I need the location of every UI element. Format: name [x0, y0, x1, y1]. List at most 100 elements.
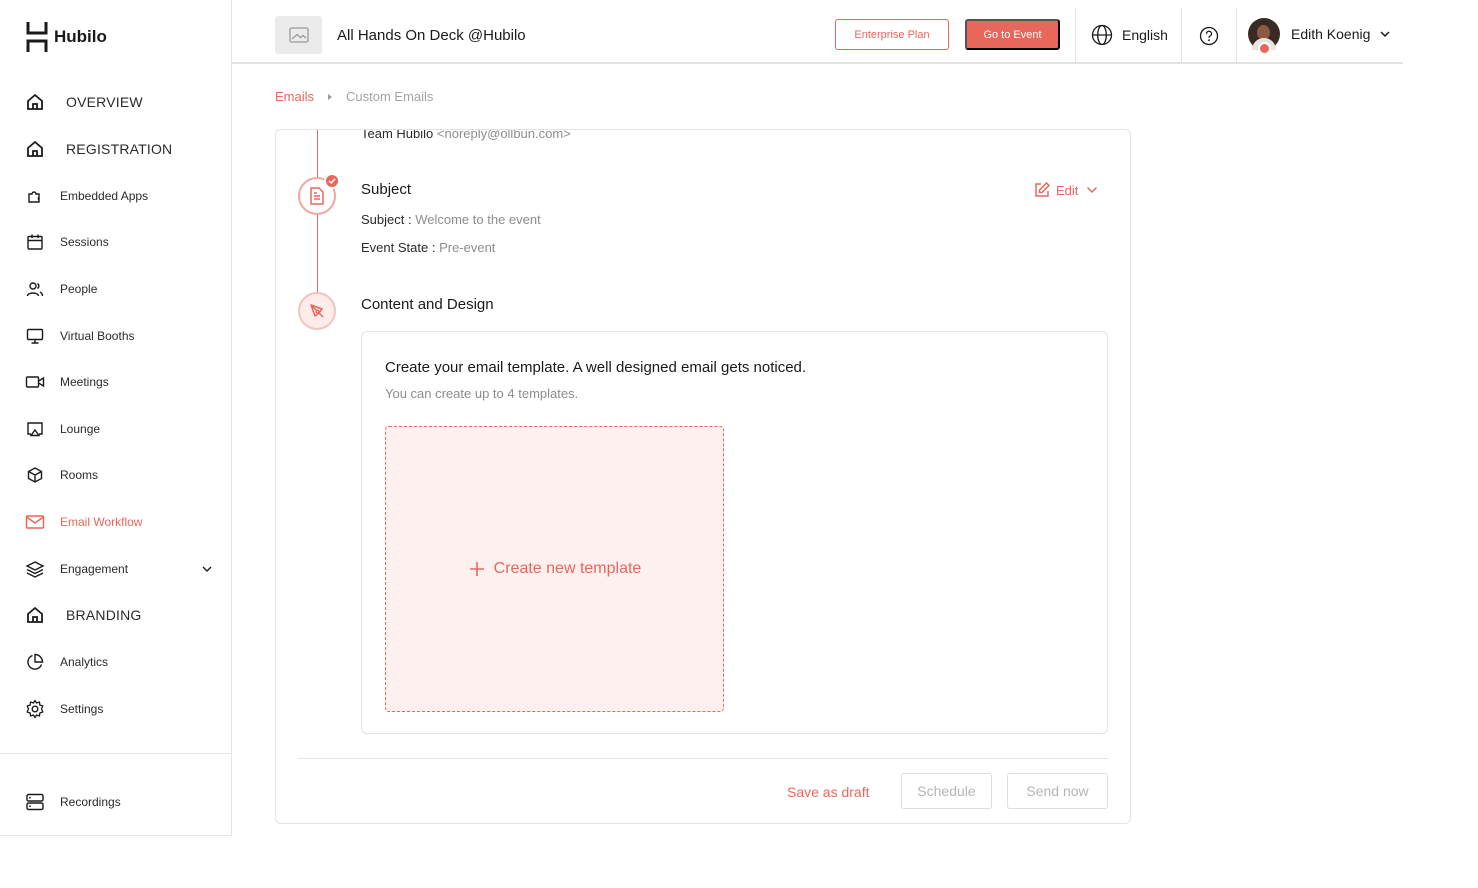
- sidebar-item-lounge[interactable]: Lounge: [24, 417, 214, 441]
- sidebar: Hubilo OVERVIEW REGISTRATION Embedded Ap…: [0, 0, 232, 836]
- event-state-value: Pre-event: [439, 240, 496, 255]
- template-subheading: You can create up to 4 templates.: [385, 386, 579, 401]
- pie-chart-icon: [24, 651, 46, 673]
- document-icon: [310, 187, 324, 205]
- sidebar-item-embedded-apps[interactable]: Embedded Apps: [24, 184, 214, 208]
- cube-icon: [24, 464, 46, 486]
- home-icon: [24, 138, 46, 160]
- content-section-title: Content and Design: [361, 296, 494, 313]
- breadcrumb: Emails Custom Emails: [275, 89, 433, 104]
- video-icon: [24, 371, 46, 393]
- puzzle-icon: [24, 185, 46, 207]
- breadcrumb-separator-icon: [328, 93, 333, 100]
- top-header: All Hands On Deck @Hubilo Enterprise Pla…: [232, 0, 1403, 64]
- sidebar-item-label: Sessions: [60, 235, 109, 249]
- chevron-down-icon[interactable]: [1084, 182, 1100, 198]
- home-icon: [24, 604, 46, 626]
- home-icon: [24, 91, 46, 113]
- user-name: Edith Koenig: [1291, 26, 1371, 42]
- sidebar-item-analytics[interactable]: Analytics: [24, 650, 214, 674]
- user-menu[interactable]: Edith Koenig: [1248, 18, 1392, 55]
- chevron-down-icon[interactable]: [1378, 27, 1392, 41]
- hubilo-logo[interactable]: Hubilo: [26, 20, 107, 54]
- sidebar-item-label: Rooms: [60, 468, 99, 482]
- sidebar-item-label: Embedded Apps: [60, 189, 149, 203]
- save-as-draft-button[interactable]: Save as draft: [787, 784, 870, 800]
- help-icon[interactable]: [1199, 26, 1219, 46]
- sidebar-item-label: Email Workflow: [60, 515, 143, 529]
- sidebar-divider: [0, 753, 231, 754]
- sidebar-item-virtual-booths[interactable]: Virtual Booths: [24, 324, 214, 348]
- template-panel: Create your email template. A well desig…: [361, 331, 1108, 734]
- language-selector[interactable]: English: [1091, 24, 1168, 46]
- sidebar-item-label: Recordings: [60, 795, 121, 809]
- plus-icon: [469, 562, 484, 576]
- sender-line: Team Hubilo <noreply@ollbun.com>: [361, 129, 571, 141]
- edit-label: Edit: [1056, 182, 1079, 198]
- people-icon: [24, 278, 46, 300]
- sidebar-item-label: OVERVIEW: [66, 94, 143, 110]
- subject-label: Subject :: [361, 212, 412, 227]
- sender-address: <noreply@ollbun.com>: [436, 129, 571, 141]
- create-template-label: Create new template: [493, 560, 642, 577]
- sidebar-item-meetings[interactable]: Meetings: [24, 370, 214, 394]
- sidebar-item-label: Lounge: [60, 422, 101, 436]
- cast-icon: [24, 418, 46, 440]
- header-divider: [1236, 8, 1237, 62]
- event-state-label: Event State :: [361, 240, 436, 255]
- sidebar-item-label: BRANDING: [66, 607, 142, 623]
- breadcrumb-current: Custom Emails: [346, 89, 434, 104]
- create-new-template-button[interactable]: Create new template: [385, 426, 724, 712]
- sidebar-item-overview[interactable]: OVERVIEW: [24, 90, 214, 114]
- layers-icon: [24, 558, 46, 580]
- sidebar-item-settings[interactable]: Settings: [24, 697, 214, 721]
- sidebar-item-rooms[interactable]: Rooms: [24, 463, 214, 487]
- calendar-icon: [24, 231, 46, 253]
- template-heading: Create your email template. A well desig…: [385, 359, 807, 376]
- globe-icon: [1091, 24, 1113, 46]
- sidebar-item-people[interactable]: People: [24, 277, 214, 301]
- sidebar-item-label: Analytics: [60, 655, 109, 669]
- sidebar-item-label: People: [60, 282, 98, 296]
- sidebar-item-branding[interactable]: BRANDING: [24, 603, 214, 627]
- subject-value-row: Subject : Welcome to the event: [361, 212, 541, 227]
- breadcrumb-emails-link[interactable]: Emails: [275, 89, 314, 104]
- mail-icon: [24, 511, 46, 533]
- subject-section-title: Subject: [361, 181, 412, 198]
- sidebar-item-label: Settings: [60, 702, 104, 716]
- content-step-indicator: [298, 292, 336, 330]
- enterprise-plan-button[interactable]: Enterprise Plan: [835, 19, 949, 50]
- monitor-icon: [24, 325, 46, 347]
- event-state-row: Event State : Pre-event: [361, 240, 495, 255]
- header-divider: [1181, 8, 1182, 62]
- send-now-button[interactable]: Send now: [1007, 773, 1108, 809]
- pen-tool-icon: [310, 304, 324, 318]
- sidebar-item-label: REGISTRATION: [66, 141, 173, 157]
- header-divider: [1075, 8, 1076, 62]
- sidebar-item-registration[interactable]: REGISTRATION: [24, 137, 214, 161]
- event-title: All Hands On Deck @Hubilo: [337, 27, 526, 44]
- image-icon: [288, 27, 309, 43]
- schedule-button[interactable]: Schedule: [901, 773, 992, 809]
- sidebar-item-recordings[interactable]: Recordings: [24, 790, 214, 814]
- footer-divider: [298, 758, 1108, 759]
- email-editor-card: Team Hubilo <noreply@ollbun.com> Subject…: [275, 129, 1131, 824]
- edit-subject-button[interactable]: Edit: [1033, 181, 1100, 199]
- chevron-down-icon[interactable]: [200, 562, 214, 576]
- event-thumbnail[interactable]: [275, 16, 322, 54]
- go-to-event-button[interactable]: Go to Event: [965, 19, 1060, 50]
- sidebar-item-label: Virtual Booths: [60, 329, 135, 343]
- edit-icon: [1035, 182, 1050, 197]
- notification-badge: [1258, 42, 1271, 55]
- subject-value: Welcome to the event: [415, 212, 541, 227]
- checkmark-icon: [324, 173, 340, 189]
- sidebar-item-email-workflow[interactable]: Email Workflow: [24, 510, 214, 534]
- avatar: [1248, 18, 1280, 55]
- language-label: English: [1122, 27, 1168, 43]
- sidebar-item-sessions[interactable]: Sessions: [24, 230, 214, 254]
- server-icon: [24, 791, 46, 813]
- logo-text: Hubilo: [54, 27, 107, 46]
- hubilo-logo-icon: [26, 22, 48, 52]
- sidebar-item-engagement[interactable]: Engagement: [24, 557, 214, 581]
- sender-name: Team Hubilo: [361, 129, 434, 141]
